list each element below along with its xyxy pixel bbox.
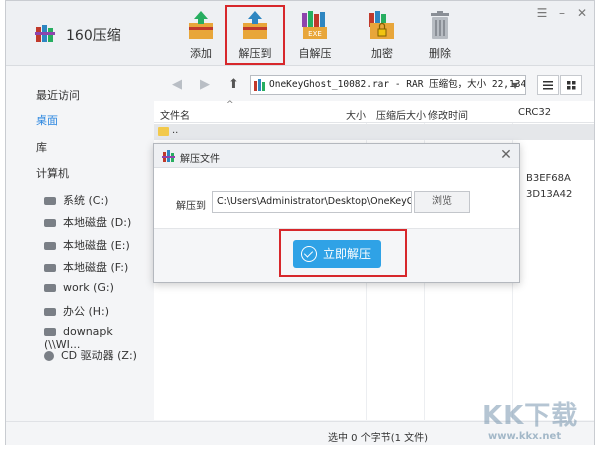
file-name: .. (172, 125, 179, 136)
app-title: 160压缩 (66, 28, 121, 44)
add-label: 添加 (190, 47, 212, 60)
menu-icon[interactable]: ☰ (536, 7, 548, 19)
dialog-title: 解压文件 (180, 154, 220, 165)
sidebar-item-library[interactable]: 库 (36, 139, 47, 155)
minimize-icon[interactable]: – (556, 7, 568, 19)
watermark-text: KK下载 (482, 401, 579, 431)
drive-icon (44, 219, 56, 227)
title-toolbar: 160压缩 添加 解压到 EXE 自解压 加密 删除 ☰ – ✕ (6, 1, 594, 66)
sidebar-drive-d[interactable]: 本地磁盘 (D:) (44, 214, 131, 230)
crc-value: 3D13A42 (526, 189, 573, 200)
dialog-header: 解压文件 ✕ (154, 144, 519, 168)
drive-icon (44, 284, 56, 292)
sidebar-item-computer[interactable]: 计算机 (36, 165, 69, 181)
drive-label: 本地磁盘 (F:) (63, 261, 129, 274)
table-row[interactable]: .. (154, 124, 594, 140)
encrypt-label: 加密 (371, 47, 393, 60)
extract-path-input[interactable]: C:\Users\Administrator\Desktop\OneKeyGho (212, 191, 412, 213)
extract-to-label: 解压到 (238, 47, 272, 60)
forward-arrow-icon[interactable]: ▶ (200, 77, 210, 92)
drive-icon (44, 308, 56, 316)
winrar-books-icon (162, 150, 175, 162)
sidebar-item-desktop[interactable]: 桌面 (36, 112, 58, 128)
sfx-button[interactable]: EXE 自解压 (285, 7, 345, 63)
drive-label: 本地磁盘 (E:) (63, 239, 130, 252)
winrar-books-icon (35, 25, 55, 42)
browse-button[interactable]: 浏览 (414, 191, 470, 213)
archive-path-field[interactable]: OneKeyGhost_10082.rar - RAR 压缩包，大小 22,13… (250, 75, 526, 95)
drive-label: 本地磁盘 (D:) (63, 216, 132, 229)
grid-view-icon (567, 81, 576, 90)
encrypt-lock-icon (369, 11, 394, 39)
close-icon[interactable]: ✕ (498, 147, 514, 163)
sidebar-drive-g[interactable]: work (G:) (44, 281, 114, 294)
sidebar-cd-drive[interactable]: CD 驱动器 (Z:) (44, 347, 137, 363)
crc-value: B3EF68A (526, 173, 571, 184)
rar-file-icon (254, 79, 265, 91)
extract-now-button[interactable]: 立即解压 (293, 240, 381, 268)
drive-icon (44, 264, 56, 272)
cd-drive-icon (44, 351, 54, 361)
svg-text:EXE: EXE (308, 30, 322, 38)
drive-label: work (G:) (63, 281, 114, 294)
grid-view-button[interactable] (560, 75, 582, 95)
drive-label: CD 驱动器 (Z:) (61, 349, 137, 362)
chevron-down-icon[interactable]: ▼ (512, 81, 518, 90)
list-view-icon (543, 81, 553, 90)
trash-icon (431, 11, 449, 39)
drive-label: 办公 (H:) (63, 305, 110, 318)
extract-to-button[interactable]: 解压到 (225, 7, 285, 63)
extract-to-icon (243, 11, 267, 39)
sidebar-item-recent[interactable]: 最近访问 (36, 87, 80, 103)
delete-label: 删除 (429, 47, 451, 60)
extract-to-field-label: 解压到 (176, 201, 206, 212)
address-bar: ◀ ▶ ⬆ OneKeyGhost_10082.rar - RAR 压缩包，大小… (154, 67, 594, 101)
folder-icon (158, 127, 169, 136)
close-icon[interactable]: ✕ (576, 7, 588, 19)
sidebar-drive-e[interactable]: 本地磁盘 (E:) (44, 237, 130, 253)
check-circle-icon (301, 246, 317, 262)
watermark-logo: KK下载 www.kkx.net (478, 395, 596, 447)
col-packed-size[interactable]: 压缩后大小 (376, 107, 426, 122)
col-filename[interactable]: 文件名 (160, 107, 190, 122)
col-size[interactable]: 大小 (346, 107, 366, 122)
col-modified[interactable]: 修改时间 (428, 107, 468, 122)
sfx-exe-icon: EXE (302, 11, 327, 39)
sort-up-icon: ^ (226, 100, 234, 110)
sfx-label: 自解压 (298, 47, 332, 60)
add-button[interactable]: 添加 (171, 7, 231, 63)
sidebar-drive-c[interactable]: 系统 (C:) (44, 192, 108, 208)
encrypt-button[interactable]: 加密 (352, 7, 412, 63)
col-crc32[interactable]: CRC32 (518, 107, 551, 118)
list-view-button[interactable] (537, 75, 559, 95)
add-archive-icon (189, 11, 213, 39)
drive-label: 系统 (C:) (63, 194, 109, 207)
back-arrow-icon[interactable]: ◀ (172, 77, 182, 92)
network-drive-icon (44, 328, 56, 336)
drive-icon (44, 197, 56, 205)
drive-icon (44, 242, 56, 250)
up-arrow-icon[interactable]: ⬆ (228, 77, 239, 92)
extract-now-label: 立即解压 (323, 247, 372, 261)
sidebar: 最近访问 桌面 库 计算机 系统 (C:) 本地磁盘 (D:) 本地磁盘 (E:… (6, 67, 152, 445)
watermark-url: www.kkx.net (488, 431, 562, 442)
column-headers: 文件名 ^ 大小 压缩后大小 修改时间 CRC32 (154, 100, 594, 123)
sidebar-drive-h[interactable]: 办公 (H:) (44, 303, 109, 319)
status-text: 选中 0 个字节(1 文件) (328, 433, 429, 444)
archive-path-text: OneKeyGhost_10082.rar - RAR 压缩包，大小 22,13… (269, 79, 526, 90)
sidebar-drive-f[interactable]: 本地磁盘 (F:) (44, 259, 128, 275)
delete-button[interactable]: 删除 (410, 7, 470, 63)
